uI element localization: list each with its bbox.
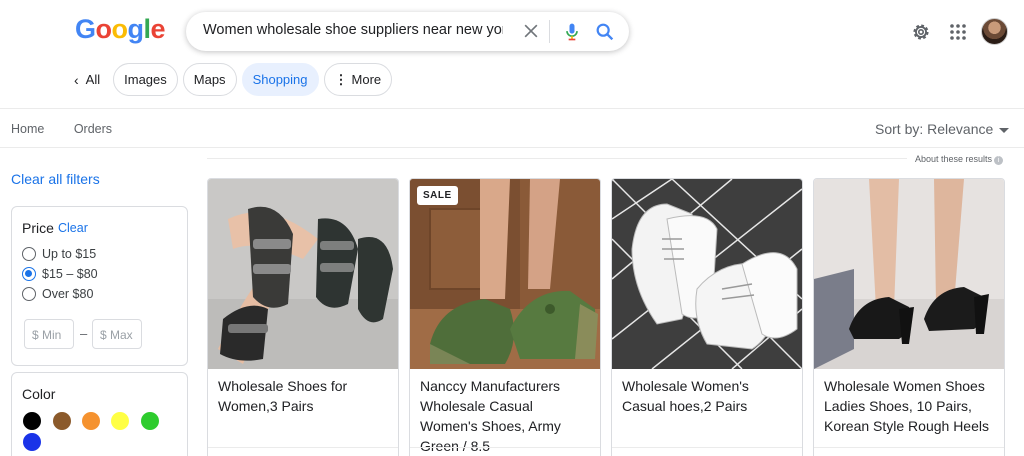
info-icon: i [994, 156, 1004, 165]
divider [0, 147, 1024, 148]
product-title[interactable]: Wholesale Women's Casual hoes,2 Pairs [622, 376, 794, 416]
product-card[interactable]: Wholesale Women Shoes Ladies Shoes, 10 P… [813, 178, 1005, 456]
color-filter-panel: Color [11, 372, 188, 456]
about-results-label: About these results [915, 154, 993, 164]
product-title[interactable]: Wholesale Women Shoes Ladies Shoes, 10 P… [824, 376, 996, 436]
search-tabs: ‹ All Images Maps Shopping ⋮ More [70, 63, 397, 96]
apps-grid-icon[interactable] [949, 23, 967, 41]
divider [0, 108, 1024, 109]
product-title[interactable]: Nanccy Manufacturers Wholesale Casual Wo… [420, 376, 592, 456]
divider [208, 447, 398, 448]
price-filter-title: Price [22, 220, 54, 236]
avatar[interactable] [981, 18, 1008, 45]
tab-label: Shopping [252, 72, 308, 87]
color-swatch-orange[interactable] [82, 412, 100, 430]
clear-icon[interactable] [521, 21, 541, 41]
tab-images[interactable]: Images [113, 63, 178, 96]
tab-label: Images [124, 72, 167, 87]
radio-button[interactable] [22, 287, 36, 301]
color-swatch-black[interactable] [23, 412, 41, 430]
tab-more[interactable]: ⋮ More [323, 63, 393, 96]
product-title[interactable]: Wholesale Shoes for Women,3 Pairs [218, 376, 390, 416]
color-swatch-blue[interactable] [23, 433, 41, 451]
search-box[interactable]: Women wholesale shoe suppliers near new … [186, 12, 629, 51]
gear-icon[interactable] [910, 21, 932, 43]
price-filter-panel: Price Clear Up to $15 $15 – $80 Over $80… [11, 206, 188, 366]
price-clear-link[interactable]: Clear [58, 221, 88, 235]
product-card[interactable]: Wholesale Shoes for Women,3 Pairs [207, 178, 399, 456]
sort-label: Sort by: Relevance [875, 121, 994, 137]
chevron-left-icon: ‹ [74, 71, 79, 88]
logo-letter: o [111, 14, 129, 44]
logo-letter: G [75, 14, 96, 44]
min-price-input[interactable]: $ Min [24, 319, 74, 349]
product-image[interactable] [208, 179, 398, 369]
price-option-label: $15 – $80 [42, 267, 98, 281]
tab-shopping[interactable]: Shopping [241, 63, 319, 96]
sale-badge: SALE [417, 186, 458, 205]
color-swatch-yellow[interactable] [111, 412, 129, 430]
radio-button[interactable] [22, 247, 36, 261]
price-option-up-to-15[interactable]: Up to $15 [22, 247, 96, 261]
product-image[interactable] [612, 179, 802, 369]
clear-all-filters-link[interactable]: Clear all filters [11, 171, 100, 187]
divider [612, 447, 802, 448]
logo-letter: o [95, 14, 113, 44]
tab-label: Maps [193, 72, 226, 87]
search-divider [549, 20, 550, 43]
divider [207, 158, 907, 159]
sort-dropdown[interactable]: Sort by: Relevance [875, 121, 1010, 137]
price-option-over-80[interactable]: Over $80 [22, 287, 93, 301]
logo-letter: e [150, 14, 166, 44]
color-swatch-green[interactable] [141, 412, 159, 430]
search-icon[interactable] [594, 21, 616, 43]
shopping-subnav: Home Orders [11, 122, 138, 136]
tab-all[interactable]: ‹ All [70, 63, 109, 96]
price-option-label: Up to $15 [42, 247, 97, 261]
vertical-dots-icon: ⋮ [334, 71, 348, 87]
color-swatch-brown[interactable] [53, 412, 71, 430]
product-image[interactable] [814, 179, 1004, 369]
search-input[interactable]: Women wholesale shoe suppliers near new … [203, 22, 503, 38]
product-card[interactable]: Wholesale Women's Casual hoes,2 Pairs [611, 178, 803, 456]
microphone-icon[interactable] [562, 21, 582, 43]
price-option-label: Over $80 [42, 287, 94, 301]
tab-label: More [351, 72, 382, 87]
google-logo[interactable]: Google [75, 14, 166, 45]
caret-down-icon [999, 127, 1010, 133]
product-image[interactable] [410, 179, 600, 369]
divider [410, 447, 600, 448]
logo-letter: g [127, 14, 145, 44]
product-card[interactable]: SALE Nanccy Manufacturers Wholesale Casu… [409, 178, 601, 456]
home-link[interactable]: Home [11, 122, 44, 136]
price-option-15-to-80[interactable]: $15 – $80 [22, 267, 98, 281]
orders-link[interactable]: Orders [74, 122, 112, 136]
radio-button-selected[interactable] [22, 267, 36, 281]
tab-maps[interactable]: Maps [182, 63, 237, 96]
logo-letter: l [143, 14, 152, 44]
divider [814, 447, 1004, 448]
price-range-separator: – [80, 326, 88, 341]
max-price-input[interactable]: $ Max [92, 319, 142, 349]
tab-label: All [85, 72, 101, 87]
color-filter-title: Color [22, 386, 56, 402]
about-results-link[interactable]: About these results i [915, 154, 1004, 165]
